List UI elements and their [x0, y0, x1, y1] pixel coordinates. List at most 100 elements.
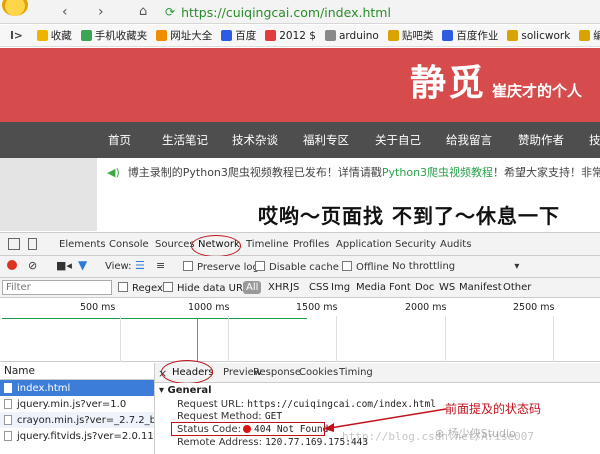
bookmark-item[interactable]: 百度作业: [442, 28, 498, 43]
tab-timing[interactable]: Timing: [339, 367, 373, 378]
site-nav-item[interactable]: 赞助作者: [518, 132, 564, 148]
site-brand[interactable]: 静觅: [410, 60, 486, 106]
site-nav-item[interactable]: 技: [589, 132, 600, 148]
back-icon[interactable]: ‹: [62, 3, 68, 21]
regex-checkbox[interactable]: [118, 282, 128, 292]
bookmark-label: 网址大全: [170, 30, 213, 42]
throttling-select[interactable]: No throttling ▾: [392, 261, 519, 272]
overview-icon[interactable]: ≡: [156, 259, 165, 272]
preserve-log-option[interactable]: Preserve log: [183, 261, 259, 273]
network-overview: 500 ms 1000 ms 1500 ms 2000 ms 2500 ms: [0, 298, 600, 362]
timeline-gridline: [445, 316, 446, 362]
site-nav-item[interactable]: 给我留言: [446, 132, 492, 148]
filter-icon[interactable]: ▼: [78, 258, 87, 272]
camera-icon[interactable]: ■◂: [56, 259, 72, 272]
file-icon: [4, 399, 12, 409]
tab-security[interactable]: Security: [395, 239, 436, 250]
site-nav-item[interactable]: 首页: [108, 132, 131, 148]
bookmark-item[interactable]: 编程: [579, 28, 600, 43]
offline-checkbox[interactable]: [342, 261, 352, 271]
filter-type-manifest[interactable]: Manifest: [459, 282, 502, 293]
timeline-tick-label: 2500 ms: [513, 302, 555, 313]
avatar[interactable]: [2, 0, 28, 16]
filter-type-js[interactable]: JS: [290, 282, 299, 293]
general-section[interactable]: ▾ General: [159, 385, 212, 396]
general-label: General: [167, 385, 212, 396]
tab-cookies[interactable]: Cookies: [299, 367, 338, 378]
bookmark-item[interactable]: 网址大全: [156, 28, 212, 43]
disable-cache-checkbox[interactable]: [255, 261, 265, 271]
sidebar-toggle-icon[interactable]: I>: [10, 30, 23, 42]
file-icon: [4, 415, 12, 425]
filter-input[interactable]: [2, 280, 112, 295]
bookmark-item[interactable]: solicwork: [507, 30, 570, 42]
bookmark-item[interactable]: 2012 $: [265, 30, 316, 42]
record-icon[interactable]: [7, 260, 17, 270]
tab-timeline[interactable]: Timeline: [246, 239, 289, 250]
filter-type-media[interactable]: Media: [356, 282, 386, 293]
file-icon: [4, 431, 12, 441]
site-nav-item[interactable]: 生活笔记: [162, 132, 208, 148]
bookmark-item[interactable]: 百度: [221, 28, 256, 43]
disable-cache-label: Disable cache: [269, 262, 339, 273]
hide-data-urls-checkbox[interactable]: [163, 282, 173, 292]
filter-all-button[interactable]: All: [243, 281, 262, 294]
forward-icon[interactable]: ›: [98, 3, 104, 21]
notice-link[interactable]: Python3爬虫视频教程: [382, 164, 493, 180]
regex-option[interactable]: Regex: [118, 282, 163, 294]
device-icon[interactable]: [28, 238, 37, 250]
regex-label: Regex: [132, 283, 163, 294]
url-field[interactable]: ⟳ https://cuiqingcai.com/index.html: [165, 2, 600, 22]
timeline-tick-label: 1500 ms: [296, 302, 338, 313]
filter-type-ws[interactable]: WS: [439, 282, 455, 293]
bookmark-item[interactable]: 手机收藏夹: [80, 28, 147, 43]
site-nav-item[interactable]: 关于自己: [375, 132, 421, 148]
filter-type-xhr[interactable]: XHR: [268, 282, 289, 293]
hide-data-urls-option[interactable]: Hide data URLs: [163, 282, 254, 294]
name-column-header[interactable]: Name: [0, 363, 154, 380]
site-subtitle: 崔庆才的个人: [492, 82, 583, 100]
clear-icon[interactable]: ⊘: [28, 259, 37, 272]
tab-elements[interactable]: Elements: [59, 239, 106, 250]
list-view-icon[interactable]: ☰: [135, 259, 145, 272]
bookmark-item[interactable]: arduino: [324, 29, 379, 42]
tab-application[interactable]: Application: [336, 239, 392, 250]
filter-type-other[interactable]: Other: [503, 282, 531, 293]
tab-profiles[interactable]: Profiles: [293, 239, 329, 250]
filter-type-img[interactable]: Img: [331, 282, 350, 293]
address-bar: ‹ › ⌂ ⟳ https://cuiqingcai.com/index.htm…: [0, 0, 600, 24]
bookmark-label: 百度: [235, 30, 257, 42]
site-nav-item[interactable]: 福利专区: [303, 132, 349, 148]
request-name: index.html: [17, 382, 71, 394]
timeline-tick-label: 2000 ms: [405, 302, 447, 313]
bookmark-label: 贴吧类: [401, 30, 434, 42]
filter-type-font[interactable]: Font: [389, 282, 411, 293]
bookmark-label: arduino: [338, 29, 379, 42]
left-gutter: [0, 158, 97, 231]
tab-response[interactable]: Response: [253, 367, 301, 378]
filter-type-doc[interactable]: Doc: [415, 282, 434, 293]
remote-address-row: Remote Address: 120.77.169.175:443: [177, 437, 368, 448]
preserve-log-checkbox[interactable]: [183, 261, 193, 271]
request-row[interactable]: jquery.min.js?ver=1.0: [0, 396, 154, 412]
request-row[interactable]: jquery.fitvids.js?ver=2.0.110...: [0, 428, 154, 444]
tab-audits[interactable]: Audits: [440, 239, 471, 250]
bookmark-item[interactable]: 收藏: [36, 28, 72, 43]
site-nav-item[interactable]: 技术杂谈: [232, 132, 278, 148]
filter-type-css[interactable]: CSS: [309, 282, 329, 293]
bookmark-item[interactable]: 贴吧类: [387, 28, 434, 43]
inspect-icon[interactable]: [8, 238, 20, 250]
tab-sources[interactable]: Sources: [155, 239, 195, 250]
tab-console[interactable]: Console: [109, 239, 149, 250]
request-row[interactable]: crayon.min.js?ver=_2.7.2_beta: [0, 412, 154, 428]
site-nav: 首页 生活笔记 技术杂谈 福利专区 关于自己 给我留言 赞助作者 技: [0, 122, 600, 158]
notice-text-end: ！希望大家支持！非常感谢！: [493, 166, 600, 179]
request-method-key: Request Method:: [177, 411, 262, 422]
offline-option[interactable]: Offline: [342, 261, 389, 273]
bookmark-label: solicwork: [521, 29, 571, 42]
disable-cache-option[interactable]: Disable cache: [255, 261, 339, 273]
request-row[interactable]: index.html: [0, 380, 154, 396]
headers-tab-highlight: [161, 360, 213, 384]
notice-bar: ◀) 博主录制的Python3爬虫视频教程已发布！详情请戳 Python3爬虫视频…: [97, 162, 600, 182]
home-icon[interactable]: ⌂: [139, 3, 147, 21]
